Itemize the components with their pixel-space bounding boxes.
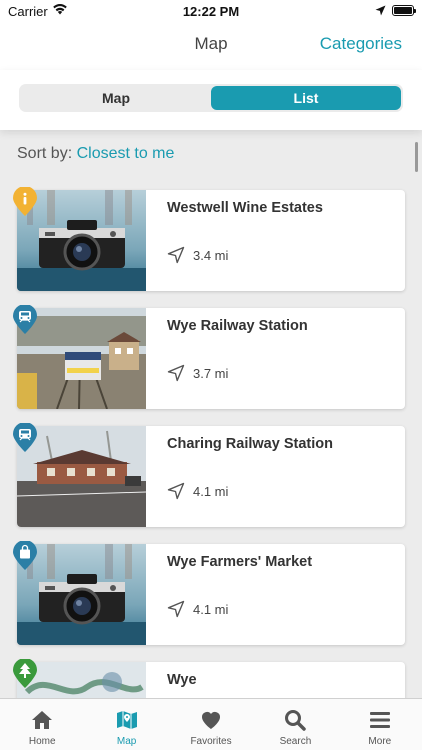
tab-home[interactable]: Home (0, 699, 84, 750)
tab-more[interactable]: More (338, 699, 422, 750)
navigation-arrow-icon (167, 482, 185, 500)
search-icon (285, 710, 307, 731)
sort-row: Sort by: Closest to me (17, 145, 174, 163)
tab-favorites[interactable]: Favorites (169, 699, 253, 750)
heart-icon (202, 712, 221, 729)
home-icon (32, 711, 53, 729)
place-distance: 4.1 mi (167, 600, 228, 618)
distance-value: 3.4 mi (193, 247, 229, 263)
train-icon (12, 423, 38, 453)
battery-icon (392, 5, 416, 16)
categories-button[interactable]: Categories (320, 34, 402, 54)
tab-label: More (368, 736, 392, 747)
place-title: Charing Railway Station (167, 436, 333, 452)
scroll-indicator[interactable] (415, 142, 418, 172)
distance-value: 4.1 mi (193, 483, 229, 499)
list-item[interactable]: Westwell Wine Estates 3.4 mi (17, 190, 405, 291)
tree-icon (12, 659, 38, 689)
info-icon (12, 187, 38, 217)
navigation-arrow-icon (167, 600, 185, 618)
tab-label: Favorites (190, 736, 232, 747)
location-arrow-icon (375, 4, 386, 19)
navigation-arrow-icon (167, 246, 185, 264)
place-title: Wye (167, 672, 197, 688)
tab-bar: Home Map Favorites Search More (0, 698, 422, 750)
train-icon (12, 305, 38, 335)
menu-icon (369, 712, 390, 728)
tab-label: Map (116, 736, 137, 747)
distance-value: 3.7 mi (193, 365, 229, 381)
view-switcher-bar: Map List (0, 70, 422, 130)
shopping-bag-icon (12, 541, 38, 571)
tab-label: Search (279, 736, 312, 747)
tab-map[interactable]: Map (84, 699, 168, 750)
list-item[interactable]: Charing Railway Station 4.1 mi (17, 426, 405, 527)
view-segmented-control: Map List (19, 84, 403, 112)
navigation-bar: Map Categories (0, 22, 422, 70)
place-distance: 3.7 mi (167, 364, 228, 382)
place-distance: 3.4 mi (167, 246, 228, 264)
list-item[interactable]: Wye Farmers' Market 4.1 mi (17, 544, 405, 645)
place-title: Wye Railway Station (167, 318, 308, 334)
place-title: Westwell Wine Estates (167, 200, 323, 216)
places-list[interactable]: Sort by: Closest to me Westwell Wine Est… (0, 130, 422, 698)
place-distance: 4.1 mi (167, 482, 228, 500)
distance-value: 4.1 mi (193, 601, 229, 617)
sort-option-button[interactable]: Closest to me (77, 145, 175, 162)
list-item[interactable]: Wye (17, 662, 405, 698)
segment-list[interactable]: List (211, 86, 401, 110)
tab-search[interactable]: Search (253, 699, 337, 750)
list-item[interactable]: Wye Railway Station 3.7 mi (17, 308, 405, 409)
status-time: 12:22 PM (182, 4, 240, 19)
tab-label: Home (28, 736, 56, 747)
place-title: Wye Farmers' Market (167, 554, 313, 570)
segment-map[interactable]: Map (21, 86, 211, 110)
map-icon (116, 711, 137, 729)
navigation-arrow-icon (167, 364, 185, 382)
sort-label: Sort by: (17, 145, 73, 162)
status-bar: Carrier 12:22 PM (0, 0, 422, 22)
